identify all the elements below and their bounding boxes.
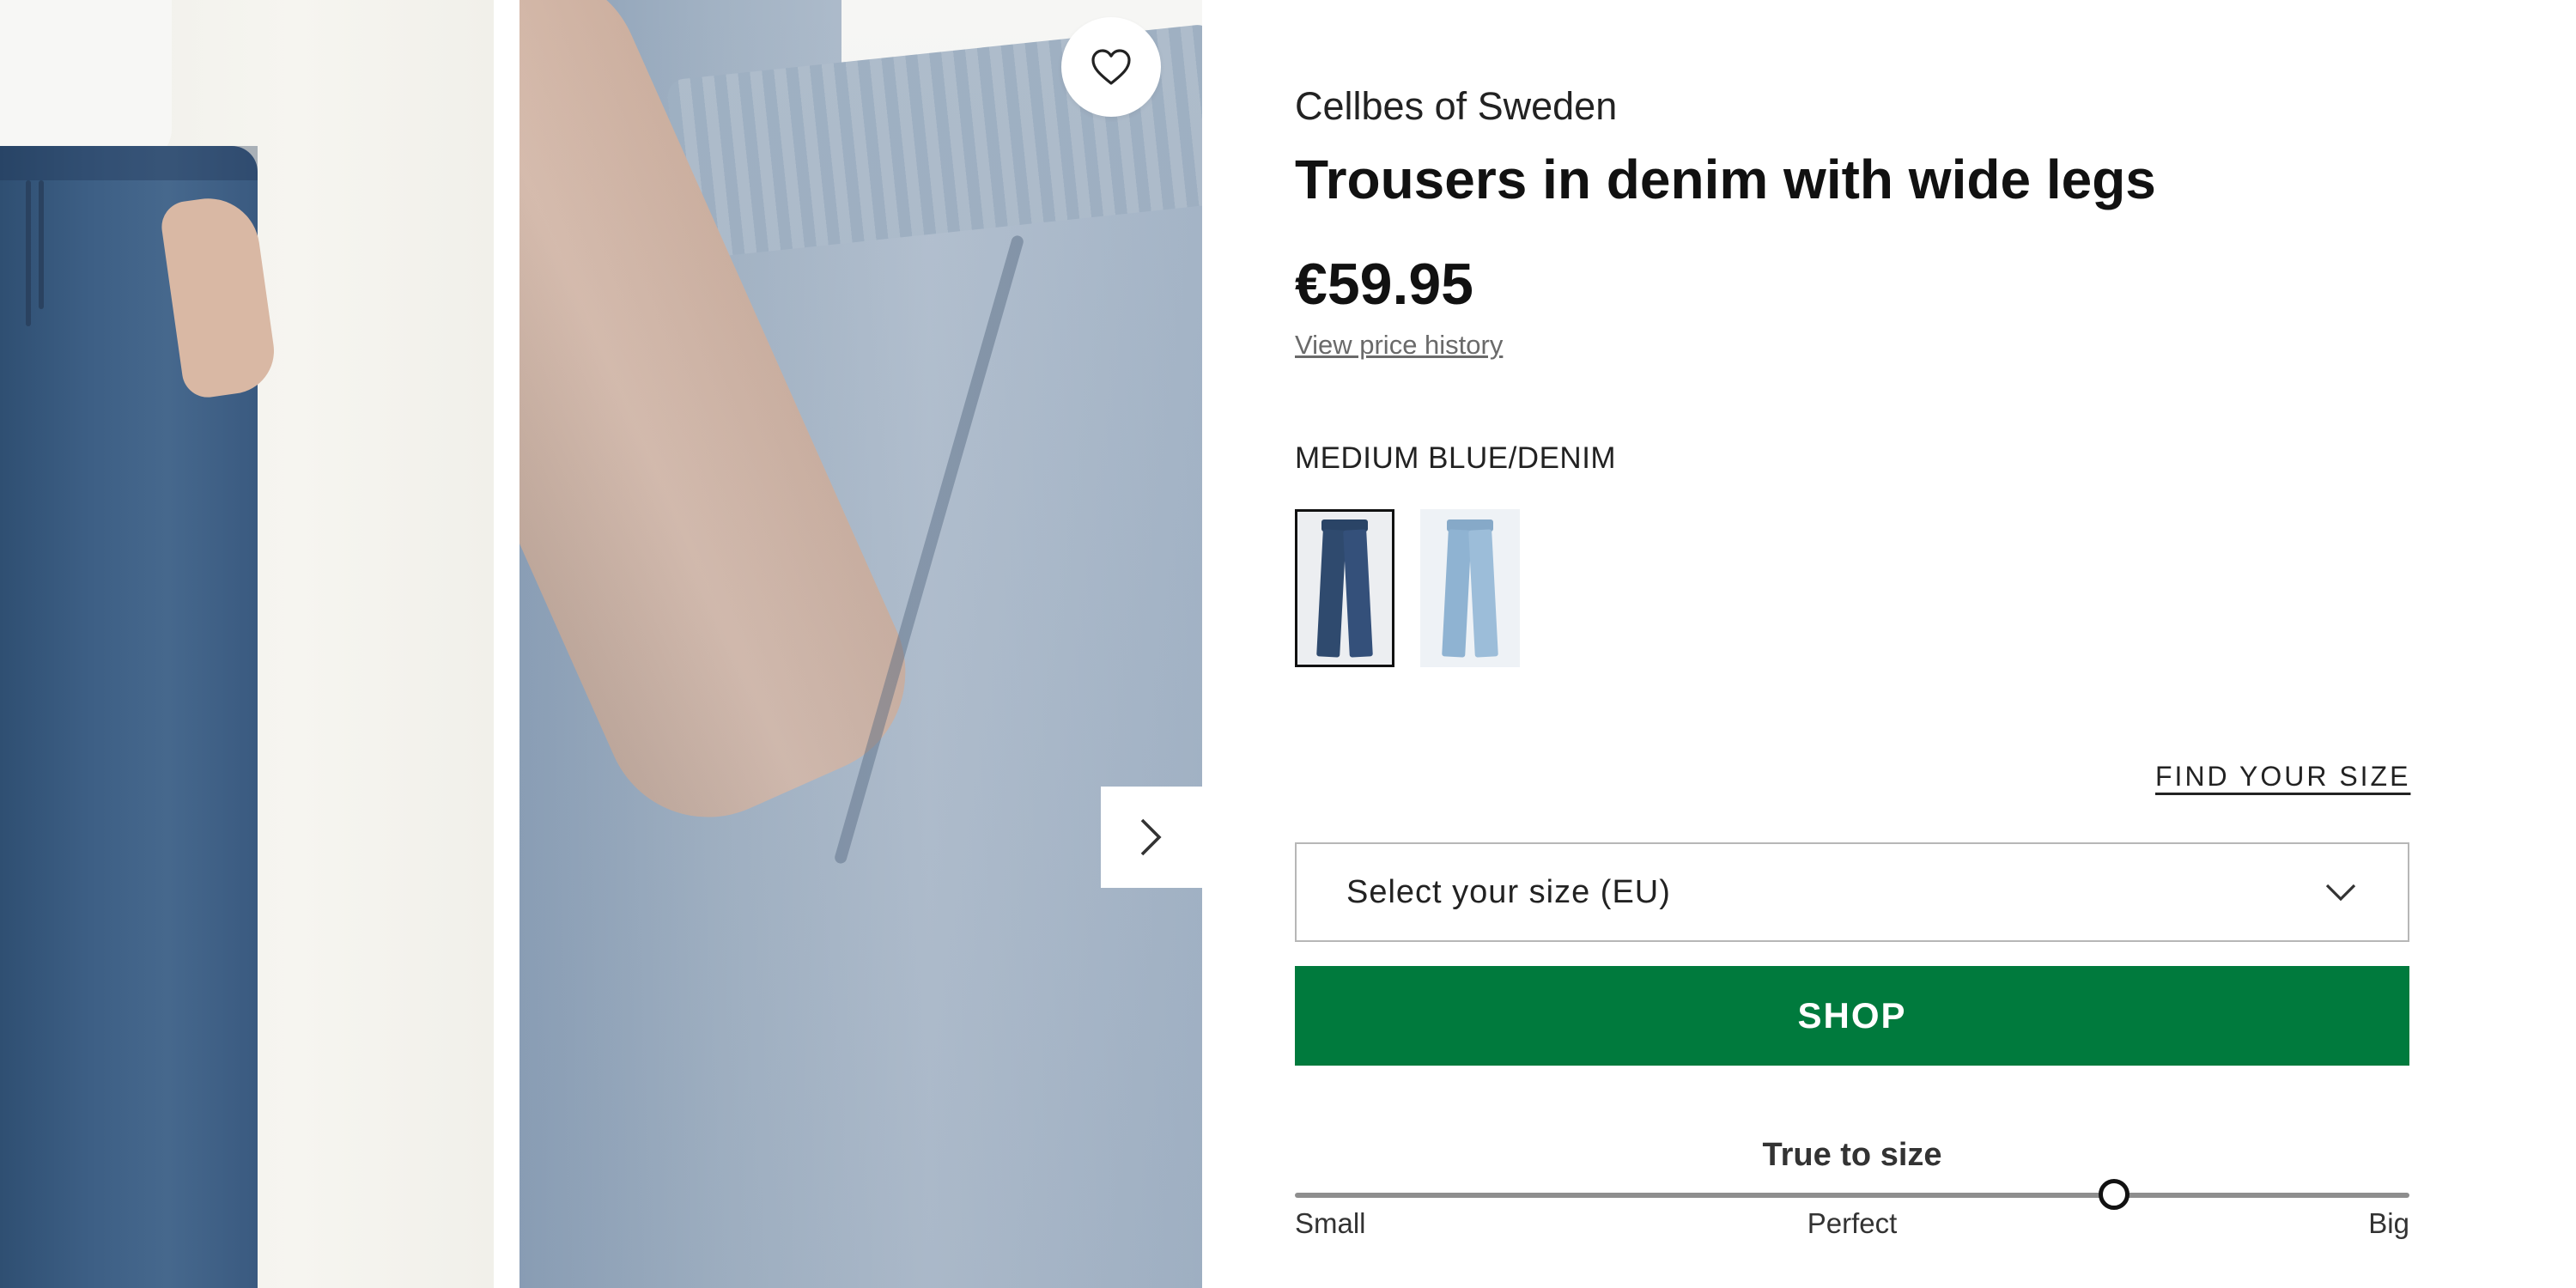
selected-color-label: MEDIUM BLUE/DENIM xyxy=(1295,441,1617,475)
size-select-placeholder: Select your size (EU) xyxy=(1346,873,1671,910)
price-history-link[interactable]: View price history xyxy=(1295,330,1503,361)
fit-label-big: Big xyxy=(2368,1207,2409,1239)
product-title: Trousers in denim with wide legs xyxy=(1295,149,2156,210)
chevron-right-icon xyxy=(1140,818,1162,856)
chevron-down-icon xyxy=(2325,884,2356,902)
image-shade xyxy=(519,0,1202,1288)
product-price: €59.95 xyxy=(1295,252,1473,317)
color-swatch-light-blue[interactable] xyxy=(1420,509,1520,667)
size-select[interactable]: Select your size (EU) xyxy=(1295,842,2409,942)
product-image-2[interactable] xyxy=(519,0,1202,1288)
fit-label-small: Small xyxy=(1295,1207,1366,1239)
swatch-thumbnail xyxy=(1440,519,1500,658)
brand-name[interactable]: Cellbes of Sweden xyxy=(1295,84,1617,129)
swatch-thumbnail xyxy=(1315,519,1375,658)
image-drawstring xyxy=(39,180,44,309)
heart-icon xyxy=(1091,49,1131,85)
find-your-size-link[interactable]: FIND YOUR SIZE xyxy=(2155,761,2409,793)
color-swatch-medium-blue[interactable] xyxy=(1295,509,1394,667)
wishlist-button[interactable] xyxy=(1061,17,1161,117)
fit-label-perfect: Perfect xyxy=(1807,1207,1898,1239)
image-waistband xyxy=(0,146,258,180)
fit-indicator-marker xyxy=(2099,1179,2130,1210)
image-drawstring xyxy=(26,180,31,326)
fit-indicator-track xyxy=(1295,1193,2409,1198)
image-shirt xyxy=(0,0,172,163)
product-image-1[interactable] xyxy=(0,0,494,1288)
shop-button[interactable]: SHOP xyxy=(1295,966,2409,1066)
fit-indicator-title: True to size xyxy=(1762,1137,1942,1173)
gallery-next-button[interactable] xyxy=(1101,787,1202,888)
